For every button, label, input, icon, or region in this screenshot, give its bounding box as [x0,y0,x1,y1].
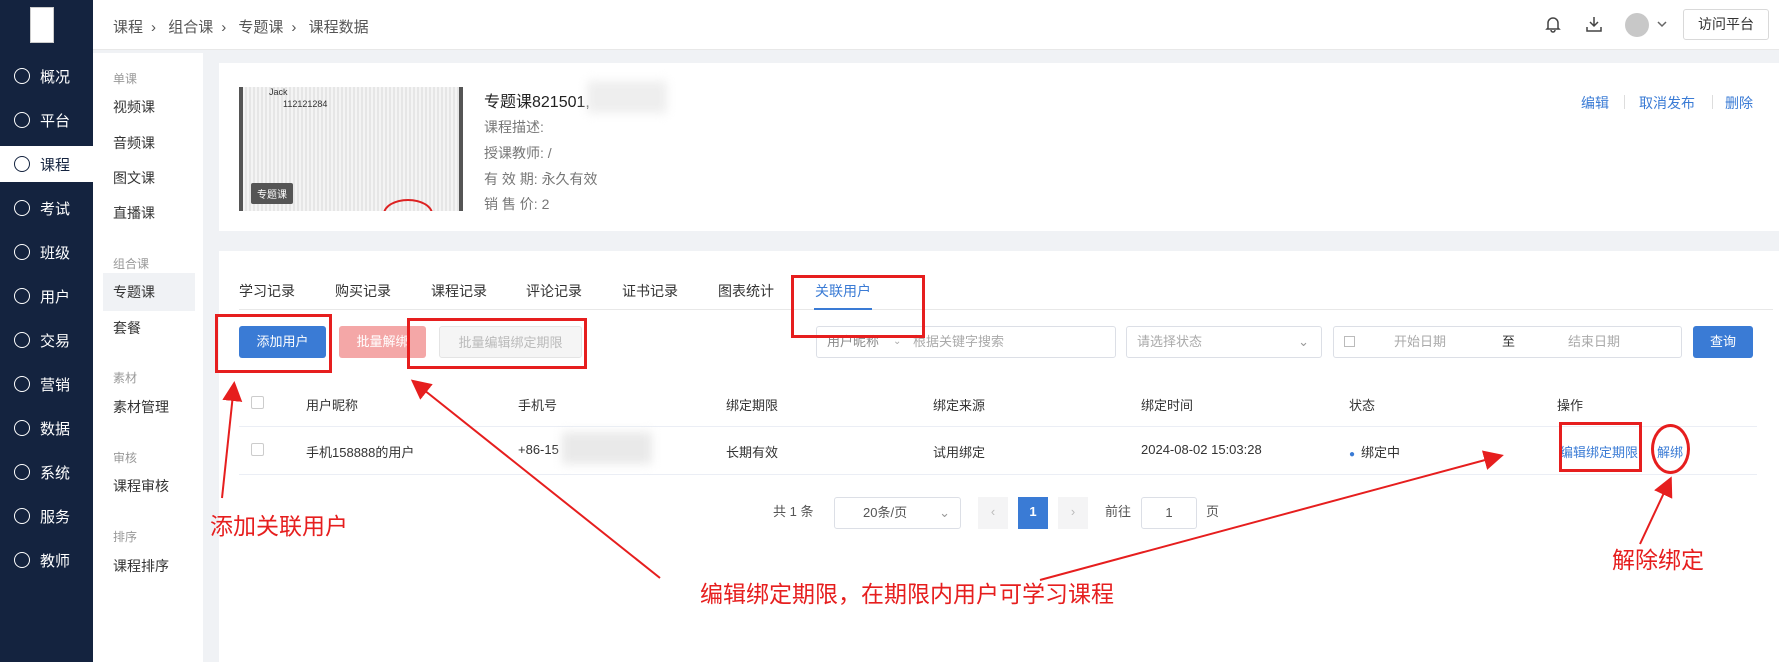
annotation-text-add: 添加关联用户 [210,514,348,539]
annotation-arrows [221,379,1673,581]
annotation-text-unbind: 解除绑定 [1612,548,1704,573]
annotation-text-edit: 编辑绑定期限，在期限内用户可学习课程 [700,582,1114,607]
